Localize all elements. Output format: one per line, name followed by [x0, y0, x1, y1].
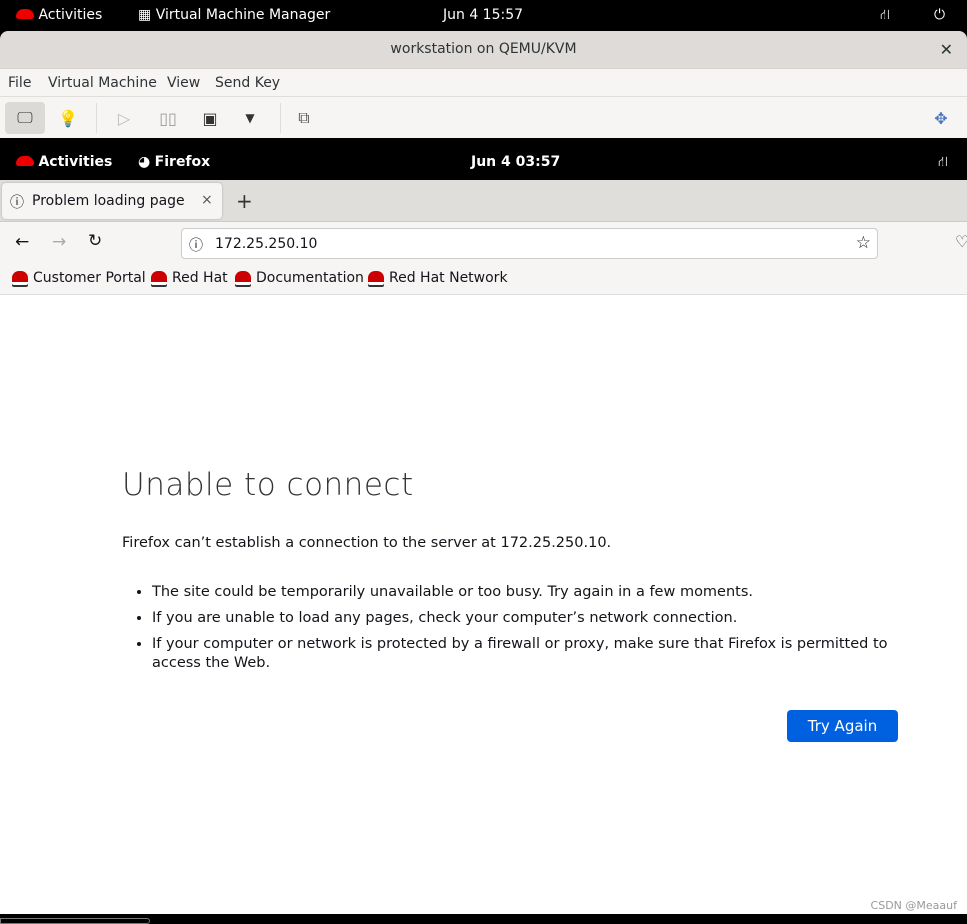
clock[interactable]: Jun 4 15:57	[443, 7, 523, 23]
list-item: The site could be temporarily unavailabl…	[152, 583, 902, 602]
nav-bar: ← → ↻ ⓘ 172.25.250.10 ☆ ♡	[0, 222, 967, 262]
divider	[280, 103, 281, 133]
network-icon[interactable]: ⛙	[880, 7, 890, 25]
error-heading: Unable to connect	[122, 467, 414, 503]
details-lightbulb-icon[interactable]: 💡	[48, 102, 88, 134]
url-text[interactable]: 172.25.250.10	[215, 236, 317, 252]
toolbar: 🖵 💡 ▷ ▯▯ ▣ ▼ ⧉ ✥	[0, 96, 967, 138]
error-intro: Firefox can’t establish a connection to …	[122, 535, 612, 551]
tab-bar: ⓘ Problem loading page × +	[0, 180, 967, 222]
tab-problem-loading[interactable]: ⓘ Problem loading page ×	[2, 183, 222, 219]
redhat-logo-icon	[16, 9, 34, 19]
shutdown-dropdown-icon[interactable]: ▼	[230, 102, 270, 134]
tab-close-icon[interactable]: ×	[201, 192, 213, 208]
bookmark-red-hat[interactable]: Red Hat	[151, 270, 228, 286]
info-icon: ⓘ	[10, 195, 24, 211]
try-again-button[interactable]: Try Again	[787, 710, 898, 742]
host-top-bar: Activities ▦ Virtual Machine Manager Jun…	[0, 0, 967, 31]
bookmark-customer-portal[interactable]: Customer Portal	[12, 270, 146, 286]
back-icon[interactable]: ←	[15, 232, 29, 252]
new-tab-icon[interactable]: +	[236, 189, 253, 213]
redhat-favicon-icon	[151, 271, 167, 285]
activities-button[interactable]: Activities	[16, 7, 102, 23]
bookmark-star-icon[interactable]: ☆	[856, 233, 871, 253]
list-item: If you are unable to load any pages, che…	[152, 609, 902, 628]
run-icon[interactable]: ▷	[104, 102, 144, 134]
app-menu[interactable]: ▦ Virtual Machine Manager	[138, 7, 330, 23]
console-icon[interactable]: 🖵	[5, 102, 45, 134]
pause-icon[interactable]: ▯▯	[148, 102, 188, 134]
error-page: Unable to connect Firefox can’t establis…	[0, 295, 967, 914]
divider	[96, 103, 97, 133]
redhat-favicon-icon	[12, 271, 28, 285]
redhat-favicon-icon	[235, 271, 251, 285]
redhat-logo-icon	[16, 156, 34, 166]
bookmark-red-hat-network[interactable]: Red Hat Network	[368, 270, 508, 286]
close-icon[interactable]: ✕	[940, 31, 953, 68]
power-icon[interactable]: ⏻	[934, 7, 945, 23]
window-title: workstation on QEMU/KVM	[390, 41, 577, 57]
bookmarks-bar: Customer Portal Red Hat Documentation Re…	[0, 262, 967, 295]
scrollbar[interactable]	[0, 918, 150, 924]
redhat-favicon-icon	[368, 271, 384, 285]
error-suggestions: The site could be temporarily unavailabl…	[152, 583, 902, 680]
site-info-icon[interactable]: ⓘ	[189, 235, 203, 255]
menu-file[interactable]: File	[8, 75, 31, 91]
forward-icon[interactable]: →	[52, 232, 66, 252]
guest-network-icon[interactable]: ⛙	[938, 154, 948, 172]
fullscreen-icon[interactable]: ✥	[921, 102, 961, 134]
guest-clock[interactable]: Jun 4 03:57	[471, 154, 560, 170]
pocket-icon[interactable]: ♡	[955, 232, 967, 251]
guest-activities-button[interactable]: Activities	[16, 154, 112, 170]
bookmark-documentation[interactable]: Documentation	[235, 270, 364, 286]
window-titlebar: workstation on QEMU/KVM ✕	[0, 31, 967, 68]
menubar: File Virtual Machine View Send Key	[0, 68, 967, 96]
watermark: CSDN @Meaauf	[870, 899, 957, 912]
menu-virtual-machine[interactable]: Virtual Machine	[48, 75, 157, 91]
shutdown-icon[interactable]: ▣	[190, 102, 230, 134]
guest-app-menu[interactable]: ◕ Firefox	[138, 154, 210, 170]
reload-icon[interactable]: ↻	[88, 231, 102, 251]
url-bar[interactable]: ⓘ 172.25.250.10 ☆	[181, 228, 878, 259]
menu-send-key[interactable]: Send Key	[215, 75, 280, 91]
guest-top-bar: Activities ◕ Firefox Jun 4 03:57 ⛙	[0, 138, 967, 180]
menu-view[interactable]: View	[167, 75, 200, 91]
bottom-bar	[0, 914, 967, 924]
snapshots-icon[interactable]: ⧉	[284, 102, 324, 134]
tab-title: Problem loading page	[32, 193, 185, 209]
list-item: If your computer or network is protected…	[152, 635, 902, 673]
